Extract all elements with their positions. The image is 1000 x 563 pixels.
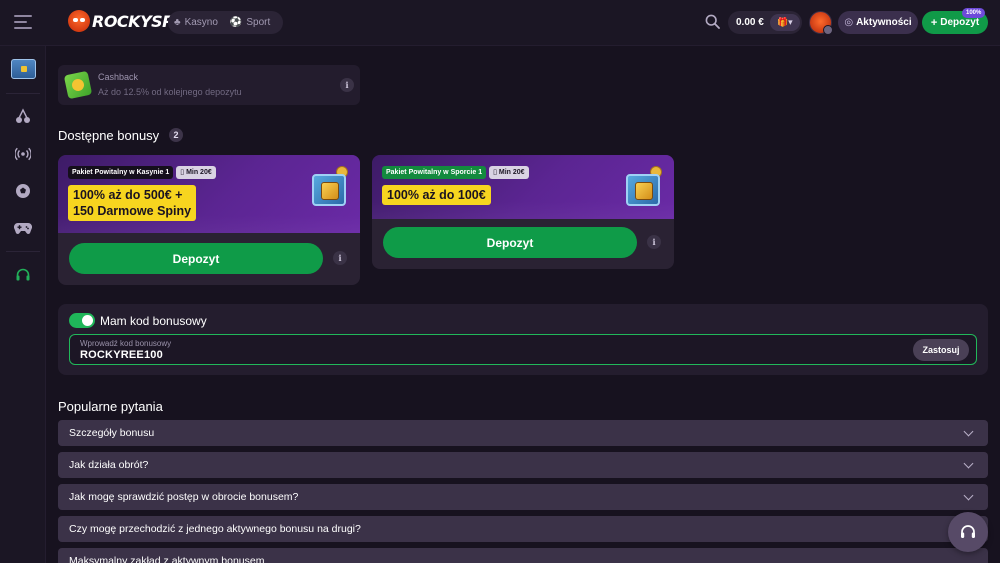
apply-button[interactable]: Zastosuj <box>913 339 969 361</box>
info-icon[interactable]: i <box>333 251 347 265</box>
balance-display[interactable]: 0.00 € 🎁▾ <box>728 11 802 34</box>
promo-line: 100% aż do 100€ <box>387 188 486 202</box>
faq-item[interactable]: Szczegóły bonusu <box>58 420 988 446</box>
activity-label: Aktywności <box>856 17 912 28</box>
gift-icon[interactable]: 🎁▾ <box>769 14 800 31</box>
promo-line: 100% aż do 500€ + <box>73 188 183 202</box>
bonus-deposit-button[interactable]: Depozyt <box>383 227 637 258</box>
soccer-ball-icon[interactable] <box>13 181 33 201</box>
faq-item[interactable]: Jak mogę sprawdzić postęp w obrocie bonu… <box>58 484 988 510</box>
headset-icon[interactable] <box>13 265 33 285</box>
chevron-down-icon <box>963 458 974 469</box>
bonuses-title: Dostępne bonusy <box>58 128 160 143</box>
bonus-promo: 100% aż do 500€ + 150 Darmowe Spiny <box>68 185 197 221</box>
nav-casino-label: Kasyno <box>184 17 218 28</box>
balance-amount: 0.00 € <box>736 17 764 28</box>
headset-icon <box>961 525 975 538</box>
bonus-card-banner: Pakiet Powitalny w Sporcie 1 ▯ Min 20€ 1… <box>372 155 674 219</box>
min-deposit-value: Min 20€ <box>186 169 212 176</box>
faq-item[interactable]: Jak działa obrót? <box>58 452 988 478</box>
bonus-tags: Pakiet Powitalny w Kasynie 1 ▯ Min 20€ <box>68 166 216 179</box>
bonus-package-tag: Pakiet Powitalny w Sporcie 1 <box>382 166 487 179</box>
faq-question: Szczegóły bonusu <box>69 427 155 439</box>
bonuses-count-badge: 2 <box>169 128 183 142</box>
nav-casino[interactable]: ♣ Kasyno <box>168 17 224 28</box>
top-nav: ♣ Kasyno ⚽ Sport <box>168 11 283 34</box>
sidebar <box>0 46 46 563</box>
min-deposit-value: Min 20€ <box>498 169 525 176</box>
rocky-mascot-icon <box>68 10 90 32</box>
bonus-code-toggle-label: Mam kod bonusowy <box>100 314 207 328</box>
faq-question: Jak mogę sprawdzić postęp w obrocie bonu… <box>69 491 299 503</box>
cash-icon <box>63 70 93 100</box>
faq-title: Popularne pytania <box>58 399 163 414</box>
chevron-down-icon <box>963 490 974 501</box>
avatar[interactable] <box>809 11 833 35</box>
nav-sport[interactable]: ⚽ Sport <box>224 17 276 28</box>
sidebar-divider <box>6 93 40 94</box>
min-deposit-tag: ▯ Min 20€ <box>176 166 216 179</box>
sidebar-divider <box>6 251 40 252</box>
bonus-code-value[interactable]: ROCKYREE100 <box>80 349 163 361</box>
cherry-icon: ♣ <box>174 17 181 28</box>
deposit-label: Depozyt <box>940 17 980 28</box>
bonus-card-casino: Pakiet Powitalny w Kasynie 1 ▯ Min 20€ 1… <box>58 155 360 285</box>
treasure-chest-icon <box>624 166 662 206</box>
hamburger-menu-icon[interactable] <box>14 15 32 31</box>
plus-icon: + <box>930 16 938 29</box>
top-bar: ROCKYSPIN ♣ Kasyno ⚽ Sport 0.00 € 🎁▾ ◎ A… <box>0 0 1000 46</box>
bonus-card-sport: Pakiet Powitalny w Sporcie 1 ▯ Min 20€ 1… <box>372 155 674 269</box>
info-icon[interactable]: i <box>647 235 661 249</box>
min-deposit-tag: ▯ Min 20€ <box>489 166 529 179</box>
cashback-description: Aż do 12.5% od kolejnego depozytu <box>98 87 242 97</box>
support-chat-button[interactable] <box>948 512 988 552</box>
chevron-down-icon <box>963 426 974 437</box>
faq-question: Czy mogę przechodzić z jednego aktywnego… <box>69 523 361 535</box>
search-icon[interactable] <box>705 14 720 29</box>
activity-button[interactable]: ◎ Aktywności <box>838 11 918 34</box>
treasure-chest-icon <box>310 166 348 206</box>
cashback-card[interactable]: Cashback Aż do 12.5% od kolejnego depozy… <box>58 65 360 105</box>
gamepad-icon[interactable] <box>13 218 33 238</box>
nav-sport-label: Sport <box>246 17 271 28</box>
promo-line: 150 Darmowe Spiny <box>73 204 192 218</box>
soccer-ball-icon: ⚽ <box>229 17 243 28</box>
info-icon[interactable]: i <box>340 78 354 92</box>
bonus-code-toggle[interactable] <box>69 313 95 328</box>
bonus-package-tag: Pakiet Powitalny w Kasynie 1 <box>68 166 174 179</box>
bonus-tags: Pakiet Powitalny w Sporcie 1 ▯ Min 20€ <box>382 166 529 179</box>
deposit-bonus-badge: 100% <box>962 8 986 18</box>
bonus-code-input[interactable]: Wprowadź kod bonusowy ROCKYREE100 Zastos… <box>69 334 977 365</box>
live-broadcast-icon[interactable] <box>13 144 33 164</box>
faq-question: Jak działa obrót? <box>69 459 149 471</box>
bonus-code-panel: Mam kod bonusowy Wprowadź kod bonusowy R… <box>58 304 988 375</box>
faq-item[interactable]: Maksymalny zakład z aktywnym bonusem <box>58 548 988 563</box>
faq-item[interactable]: Czy mogę przechodzić z jednego aktywnego… <box>58 516 988 542</box>
bonus-deposit-button[interactable]: Depozyt <box>69 243 323 274</box>
bonus-code-placeholder: Wprowadź kod bonusowy <box>80 339 172 348</box>
cherry-icon[interactable] <box>13 106 33 126</box>
cashback-title: Cashback <box>98 72 139 82</box>
target-icon: ◎ <box>844 17 854 28</box>
faq-question: Maksymalny zakład z aktywnym bonusem <box>69 555 265 563</box>
bonus-card-banner: Pakiet Powitalny w Kasynie 1 ▯ Min 20€ 1… <box>58 155 360 233</box>
bonus-promo: 100% aż do 100€ <box>382 185 491 205</box>
treasure-chest-icon[interactable] <box>11 59 36 79</box>
